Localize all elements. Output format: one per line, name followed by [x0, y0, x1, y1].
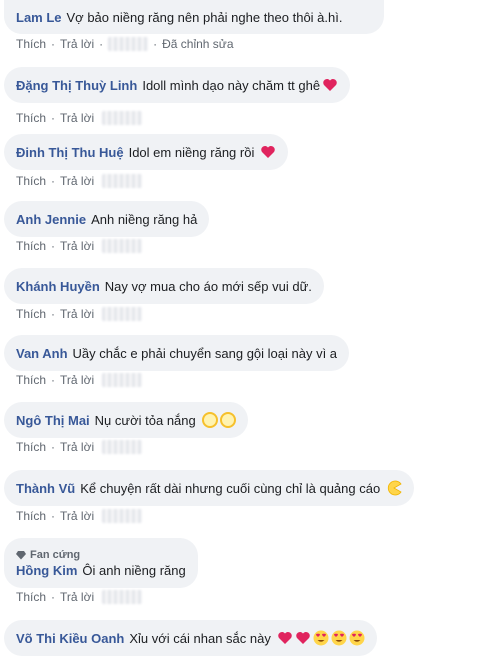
heart-icon [278, 632, 292, 644]
comment-text: Idoll mình dạo này chăm tt ghê [142, 77, 321, 93]
like-button[interactable]: Thích [16, 239, 46, 253]
comment-actions: Thích · Trả lời [16, 509, 143, 523]
like-button[interactable]: Thích [16, 590, 46, 604]
like-button[interactable]: Thích [16, 111, 46, 125]
timestamp-blurred [108, 37, 149, 51]
fan-badge-label: Fan cứng [30, 548, 81, 561]
reply-button[interactable]: Trả lời [60, 440, 94, 454]
like-button[interactable]: Thích [16, 37, 46, 51]
timestamp-blurred [102, 440, 143, 454]
comment-actions: Thích · Trả lời [16, 440, 143, 454]
heart-eyes-icon [313, 630, 329, 646]
timestamp-blurred [102, 307, 143, 321]
timestamp-blurred [102, 509, 143, 523]
like-button[interactable]: Thích [16, 440, 46, 454]
separator: · [51, 440, 56, 454]
separator: · [51, 590, 56, 604]
timestamp-blurred [102, 239, 143, 253]
fan-badge: Fan cứng [16, 549, 80, 561]
comment-text: Vợ bảo niềng răng nên phải nghe theo thô… [66, 9, 343, 25]
comment-actions: Thích · Trả lời [16, 590, 143, 604]
separator: · [51, 239, 56, 253]
separator: · [51, 111, 56, 125]
comment-actions: Thích · Trả lời [16, 373, 143, 387]
commenter-name[interactable]: Lam Le [16, 10, 62, 25]
comment-bubble: Ngô Thị Mai Nụ cười tỏa nắng [4, 402, 248, 438]
reply-button[interactable]: Trả lời [60, 590, 94, 604]
comment-bubble: Van Anh Uầy chắc e phải chuyển sang gội … [4, 335, 350, 371]
commenter-name[interactable]: Hồng Kim [16, 563, 77, 578]
comment-text: Idol em niềng răng rồi [128, 144, 255, 160]
timestamp-blurred [102, 590, 143, 604]
separator: · [51, 174, 56, 188]
comment-bubble: Anh Jennie Anh niềng răng hả [4, 201, 210, 237]
comment-bubble: Võ Thi Kiều Oanh Xỉu với cái nhan sắc nà… [4, 620, 377, 656]
reply-button[interactable]: Trả lời [60, 239, 94, 253]
separator: · [99, 37, 104, 51]
separator: · [51, 37, 56, 51]
comment-actions: Thích · Trả lời [16, 111, 143, 125]
comment-bubble: Đinh Thị Thu Huệ Idol em niềng răng rồi [4, 134, 289, 170]
commenter-name[interactable]: Van Anh [16, 346, 68, 361]
comment-text: Xỉu với cái nhan sắc này [129, 630, 271, 646]
like-button[interactable]: Thích [16, 174, 46, 188]
edited-label: Đã chỉnh sửa [162, 37, 234, 51]
separator: · [51, 373, 56, 387]
commenter-name[interactable]: Võ Thi Kiều Oanh [16, 631, 124, 646]
sun-face-icon [201, 412, 218, 428]
comment-bubble: Khánh Huyền Nay vợ mua cho áo mới sếp vu… [4, 268, 324, 304]
comment-actions: Thích · Trả lời [16, 307, 143, 321]
comment-bubble: Thành Vũ Kể chuyện rất dài nhưng cuối cù… [4, 470, 415, 506]
pacman-icon [388, 480, 402, 496]
like-button[interactable]: Thích [16, 307, 46, 321]
heart-icon [261, 146, 276, 158]
sun-face-icon [219, 412, 236, 428]
comment-bubble: Đặng Thị Thuỳ Linh Idoll mình dạo này ch… [4, 67, 351, 103]
comment-text: Nay vợ mua cho áo mới sếp vui dữ. [104, 278, 312, 294]
separator: · [153, 37, 158, 51]
reply-button[interactable]: Trả lời [60, 37, 94, 51]
comment-text: Uầy chắc e phải chuyển sang gội loại này… [72, 345, 338, 361]
diamond-icon [16, 550, 26, 559]
commenter-name[interactable]: Thành Vũ [16, 481, 75, 496]
timestamp-blurred [102, 111, 143, 125]
comment-bubble: Fan cứng Hồng Kim Ôi anh niềng răng [4, 538, 198, 588]
like-button[interactable]: Thích [16, 373, 46, 387]
comment-actions: Thích · Trả lời [16, 174, 143, 188]
heart-eyes-icon [331, 630, 347, 646]
comment-actions: Thích · Trả lời · · Đã chỉnh sửa [16, 37, 234, 51]
separator: · [51, 307, 56, 321]
comment-text: Ôi anh niềng răng [82, 562, 186, 578]
heart-icon [323, 79, 337, 91]
commenter-name[interactable]: Đinh Thị Thu Huệ [16, 145, 124, 160]
reply-button[interactable]: Trả lời [60, 307, 94, 321]
commenter-name[interactable]: Ngô Thị Mai [16, 413, 90, 428]
commenter-name[interactable]: Khánh Huyền [16, 279, 100, 294]
like-button[interactable]: Thích [16, 509, 46, 523]
separator: · [51, 509, 56, 523]
commenter-name[interactable]: Đặng Thị Thuỳ Linh [16, 78, 137, 93]
reply-button[interactable]: Trả lời [60, 174, 94, 188]
reply-button[interactable]: Trả lời [60, 111, 94, 125]
reply-button[interactable]: Trả lời [60, 373, 94, 387]
comment-text: Anh niềng răng hả [91, 211, 198, 227]
timestamp-blurred [102, 373, 143, 387]
reply-button[interactable]: Trả lời [60, 509, 94, 523]
comment-bubble: Lam Le Vợ bảo niềng răng nên phải nghe t… [4, 0, 355, 34]
heart-icon [296, 632, 310, 644]
heart-eyes-icon [349, 630, 365, 646]
timestamp-blurred [102, 174, 143, 188]
comment-text: Nụ cười tỏa nắng [94, 412, 196, 428]
comment-text: Kể chuyện rất dài nhưng cuối cùng chỉ là… [80, 480, 381, 496]
comment-actions: Thích · Trả lời [16, 239, 143, 253]
commenter-name[interactable]: Anh Jennie [16, 212, 86, 227]
